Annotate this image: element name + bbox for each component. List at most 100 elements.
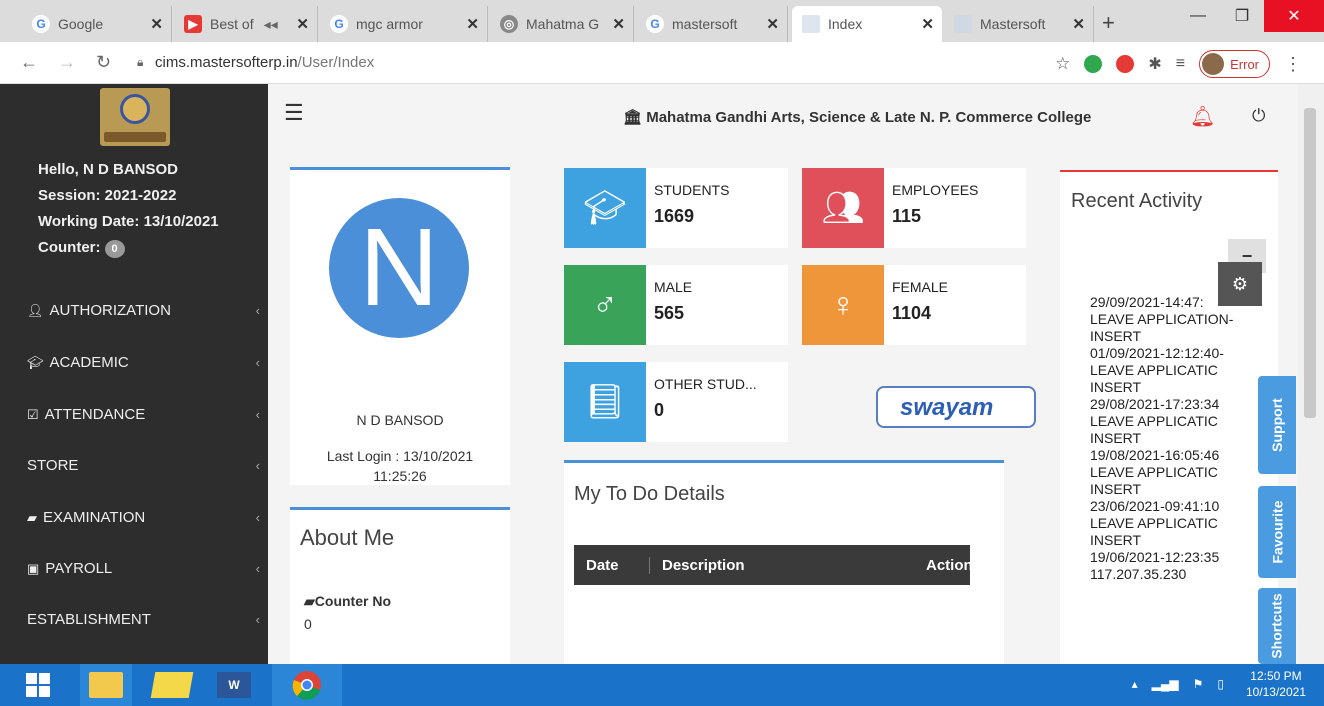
flag-icon[interactable]: ⚑: [1193, 677, 1204, 691]
main-content: ☰ 🏛︎ Mahatma Gandhi Arts, Science & Late…: [268, 84, 1298, 664]
windows-start-icon[interactable]: [18, 664, 58, 706]
window-controls: — ❐ ✕: [1176, 0, 1324, 32]
institution-icon: 🏛︎: [623, 109, 647, 126]
session: Session: 2021-2022: [38, 187, 177, 204]
browser-tab[interactable]: G Google ✕: [22, 6, 172, 42]
word-icon[interactable]: W: [206, 664, 262, 706]
browser-tab[interactable]: ▶ Best of ◂◂ ✕: [174, 6, 318, 42]
tab-title: Mahatma G: [526, 16, 600, 32]
stat-value: 1669: [654, 206, 695, 226]
reload-icon[interactable]: ↻: [96, 52, 111, 73]
chevron-left-icon: ‹: [255, 407, 260, 422]
profile-label: Error: [1230, 56, 1259, 72]
sidebar-item-attendance[interactable]: ☑ ATTENDANCE ‹: [27, 406, 268, 423]
tab-title: Best of: [210, 16, 254, 32]
sidebar-item-authorization[interactable]: 👤︎ AUTHORIZATION ‹: [27, 302, 268, 319]
hamburger-icon[interactable]: ☰: [284, 102, 306, 124]
sticky-notes-icon[interactable]: [144, 664, 200, 706]
close-tab-icon[interactable]: ✕: [296, 15, 309, 33]
list-item: 01/09/2021-12:12:40-LEAVE APPLICATICINSE…: [1090, 345, 1270, 396]
chevron-left-icon: ‹: [255, 303, 260, 318]
chrome-icon[interactable]: [272, 664, 342, 706]
stat-female[interactable]: ♀ FEMALE 1104: [802, 265, 1026, 345]
activity-desc: 117.207.35.230: [1090, 566, 1187, 582]
close-tab-icon[interactable]: ✕: [466, 15, 479, 33]
sidebar-item-store[interactable]: STORE ‹: [27, 457, 268, 474]
stat-value: 565: [654, 303, 685, 323]
taskbar-clock[interactable]: 12:50 PM 10/13/2021: [1246, 668, 1306, 700]
sidebar-item-establishment[interactable]: ESTABLISHMENT ‹: [27, 611, 268, 628]
browser-tab[interactable]: Gmastersoft ✕: [636, 6, 788, 42]
graduation-cap-icon: 🎓︎: [27, 354, 44, 370]
minimize-icon[interactable]: —: [1176, 0, 1220, 32]
column-date[interactable]: Date: [574, 556, 650, 574]
sidebar-item-payroll[interactable]: ▣ PAYROLL ‹: [27, 560, 268, 577]
greeting: Hello, N D BANSOD: [38, 161, 179, 178]
list-item: 19/08/2021-16:05:46LEAVE APPLICATICINSER…: [1090, 447, 1270, 498]
chevron-up-icon[interactable]: ▴: [1132, 677, 1138, 691]
close-tab-icon[interactable]: ✕: [921, 15, 934, 33]
grammarly-icon[interactable]: [1084, 55, 1103, 73]
adblock-icon[interactable]: [1116, 55, 1135, 73]
settings-gear-icon[interactable]: ⚙: [1218, 262, 1262, 306]
system-tray: ▴ ▂▄▆ ⚑ ▯: [1132, 677, 1224, 691]
scroll-thumb[interactable]: [1304, 108, 1316, 418]
last-login: Last Login : 13/10/2021 11:25:26: [290, 446, 510, 486]
power-icon[interactable]: ⏻: [1252, 106, 1265, 126]
close-tab-icon[interactable]: ✕: [150, 15, 163, 33]
close-tab-icon[interactable]: ✕: [1072, 15, 1085, 33]
college-name: Mahatma Gandhi Arts, Science & Late N. P…: [646, 109, 1092, 126]
activity-action: INSERT: [1090, 481, 1142, 497]
column-action[interactable]: Action: [914, 557, 973, 574]
sidebar-item-academic[interactable]: 🎓︎ ACADEMIC ‹: [27, 354, 268, 371]
stat-students[interactable]: 🎓︎ STUDENTS 1669: [564, 168, 788, 248]
google-icon: G: [330, 15, 348, 33]
clock-date: 10/13/2021: [1245, 685, 1306, 699]
close-window-icon[interactable]: ✕: [1264, 0, 1324, 32]
tab-shortcuts[interactable]: Shortcuts: [1258, 588, 1296, 664]
close-tab-icon[interactable]: ✕: [766, 15, 779, 33]
graduation-cap-icon: 🎓︎: [564, 168, 646, 248]
about-card: About Me ▰Counter No 0: [290, 507, 510, 664]
globe-icon: ◎: [500, 15, 518, 33]
forward-icon[interactable]: →: [58, 52, 76, 73]
browser-tab[interactable]: Mastersoft ✕: [944, 6, 1094, 42]
profile-name: N D BANSOD: [356, 412, 444, 428]
close-tab-icon[interactable]: ✕: [612, 15, 625, 33]
stat-other-students[interactable]: 📘︎ OTHER STUD... 0: [564, 362, 788, 442]
star-icon[interactable]: ☆: [1055, 54, 1070, 74]
maximize-icon[interactable]: ❐: [1220, 0, 1264, 32]
stat-male[interactable]: ♂ MALE 565: [564, 265, 788, 345]
signal-icon[interactable]: ▂▄▆: [1152, 677, 1179, 691]
stat-value: 1104: [892, 303, 932, 323]
new-tab-button[interactable]: +: [1102, 10, 1115, 36]
reading-list-icon[interactable]: ≡: [1176, 55, 1185, 73]
sidebar-item-examination[interactable]: ▰ EXAMINATION ‹: [27, 509, 268, 526]
activity-action: INSERT: [1090, 328, 1142, 344]
profile-button[interactable]: Error: [1199, 50, 1270, 78]
battery-icon[interactable]: ▯: [1217, 677, 1224, 691]
chevron-left-icon: ‹: [255, 355, 260, 370]
google-icon: G: [32, 15, 50, 33]
url-field[interactable]: cims.mastersofterp.in/User/Index: [155, 54, 374, 71]
stat-employees[interactable]: 👥︎ EMPLOYEES 115: [802, 168, 1026, 248]
extensions-icon[interactable]: ✱: [1148, 54, 1161, 74]
column-description[interactable]: Description: [650, 557, 914, 574]
menu-icon[interactable]: ⋮: [1284, 54, 1302, 75]
toolbar-right: ☆ ✱ ≡ Error ⋮: [1055, 50, 1302, 78]
swayam-link[interactable]: swayam: [876, 386, 1036, 428]
browser-tab-active[interactable]: Index ✕: [792, 6, 942, 42]
book-icon: ▰: [304, 593, 315, 609]
scrollbar[interactable]: [1298, 84, 1324, 664]
browser-tab[interactable]: Gmgc armor ✕: [320, 6, 488, 42]
check-square-icon: ☑: [27, 406, 39, 422]
bell-icon[interactable]: 🔔︎: [1190, 104, 1215, 129]
activity-desc: LEAVE APPLICATIC: [1090, 515, 1218, 531]
tab-favourite[interactable]: Favourite: [1258, 486, 1296, 578]
browser-tab[interactable]: ◎ Mahatma G ✕: [490, 6, 634, 42]
activity-desc: LEAVE APPLICATIC: [1090, 362, 1218, 378]
back-icon[interactable]: ←: [20, 52, 38, 73]
tab-support[interactable]: Support: [1258, 376, 1296, 474]
sidebar: Hello, N D BANSOD Session: 2021-2022 Wor…: [0, 84, 268, 664]
file-explorer-icon[interactable]: [80, 664, 132, 706]
